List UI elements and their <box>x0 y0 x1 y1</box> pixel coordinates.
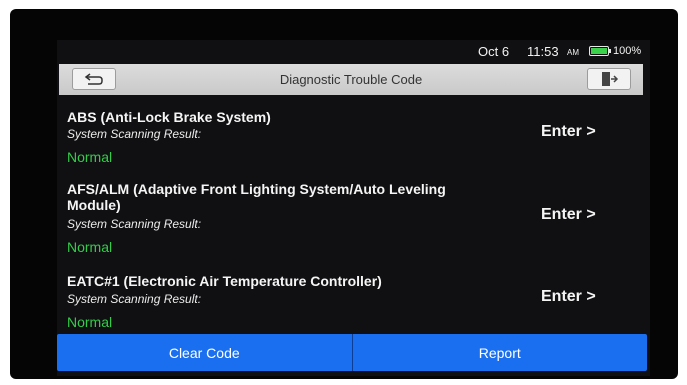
status-ampm: AM <box>567 48 579 57</box>
system-name: AFS/ALM (Adaptive Front Lighting System/… <box>67 181 446 213</box>
status-date: Oct 6 <box>478 44 510 59</box>
enter-button[interactable]: Enter > <box>541 123 596 141</box>
battery-percent: 100% <box>613 45 642 57</box>
device-screen: Oct 6 11:53 AM 100% Diagnostic Trouble C… <box>57 40 650 376</box>
scan-result-value: Normal <box>67 239 113 255</box>
enter-button[interactable]: Enter > <box>541 288 596 306</box>
bottom-action-bar: Clear Code Report <box>57 334 647 371</box>
system-name: ABS (Anti-Lock Brake System) <box>67 109 271 125</box>
page-title: Diagnostic Trouble Code <box>279 72 423 87</box>
scan-result-label: System Scanning Result: <box>67 292 202 306</box>
scan-result-value: Normal <box>67 149 113 165</box>
system-row-eatc1[interactable]: EATC#1 (Electronic Air Temperature Contr… <box>57 259 650 335</box>
exit-button[interactable] <box>587 68 631 90</box>
battery-tip <box>609 49 611 53</box>
battery-icon <box>589 46 609 56</box>
report-button[interactable]: Report <box>353 334 648 371</box>
enter-button[interactable]: Enter > <box>541 206 596 224</box>
title-bar: Diagnostic Trouble Code <box>59 64 643 95</box>
clear-code-button[interactable]: Clear Code <box>57 334 352 371</box>
scan-result-value: Normal <box>67 314 113 330</box>
exit-door-icon <box>602 72 619 86</box>
battery-level-fill <box>591 48 607 54</box>
system-name: EATC#1 (Electronic Air Temperature Contr… <box>67 273 382 289</box>
system-row-afs-alm[interactable]: AFS/ALM (Adaptive Front Lighting System/… <box>57 167 650 259</box>
status-bar: Oct 6 11:53 AM 100% <box>57 40 650 64</box>
system-row-abs[interactable]: ABS (Anti-Lock Brake System) System Scan… <box>57 95 650 167</box>
status-time: 11:53 <box>527 44 559 59</box>
scan-result-label: System Scanning Result: <box>67 127 202 141</box>
scan-result-label: System Scanning Result: <box>67 217 202 231</box>
